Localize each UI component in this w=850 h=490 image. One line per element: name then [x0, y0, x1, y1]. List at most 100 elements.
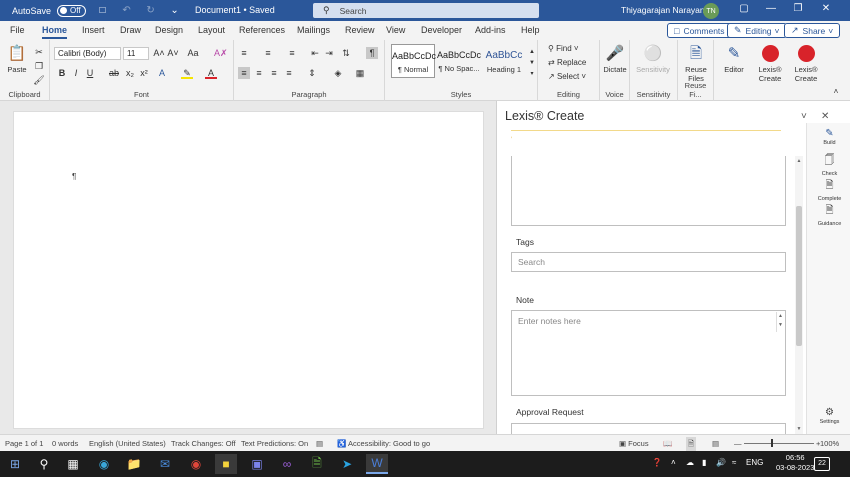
- comments-button[interactable]: □ Comments: [667, 23, 732, 38]
- teams-icon[interactable]: ▣: [246, 454, 268, 474]
- font-color-icon[interactable]: A: [205, 67, 217, 79]
- close-icon[interactable]: ✕: [818, 3, 834, 17]
- subscript-icon[interactable]: x₂: [124, 67, 136, 79]
- language-indicator[interactable]: ENG: [746, 458, 763, 467]
- zoom-slider[interactable]: [744, 443, 814, 444]
- macro-icon[interactable]: ▤: [316, 439, 323, 448]
- tab-review[interactable]: Review: [345, 25, 375, 35]
- tray-chevron-up-icon[interactable]: ˄: [671, 458, 676, 467]
- tab-mailings[interactable]: Mailings: [297, 25, 330, 35]
- notification-badge[interactable]: 22: [814, 457, 830, 471]
- styles-more-icon[interactable]: ▾: [526, 68, 538, 80]
- reuse-files-button[interactable]: 🗎 Reuse Files: [679, 43, 713, 84]
- highlight-icon[interactable]: ✎: [181, 67, 193, 79]
- scrollbar-thumb[interactable]: [796, 206, 802, 346]
- tags-search-input[interactable]: Search: [511, 252, 786, 272]
- user-name[interactable]: Thiyagarajan Narayanan: [621, 5, 714, 15]
- italic-icon[interactable]: I: [70, 67, 82, 79]
- style-normal[interactable]: AaBbCcDc ¶ Normal: [391, 44, 436, 78]
- avatar[interactable]: TN: [703, 3, 719, 19]
- accessibility-status[interactable]: ♿ Accessibility: Good to go: [337, 439, 430, 448]
- volume-icon[interactable]: 🔊: [716, 458, 726, 467]
- focus-button[interactable]: ▣ Focus: [619, 439, 649, 448]
- previous-field-box[interactable]: [511, 156, 786, 226]
- redo-icon[interactable]: ↻: [144, 4, 158, 18]
- edge-icon[interactable]: ◉: [93, 454, 115, 474]
- multilevel-list-icon[interactable]: ≡: [286, 47, 298, 59]
- approval-request-select[interactable]: [511, 423, 786, 434]
- lexis-create-button-1[interactable]: Lexis® Create: [753, 43, 787, 83]
- share-button[interactable]: ↗ Share ˅: [784, 23, 841, 38]
- web-layout-icon[interactable]: ▤: [712, 439, 719, 448]
- pane-scrollbar[interactable]: ▲ ▼: [795, 156, 803, 434]
- superscript-icon[interactable]: x²: [138, 67, 150, 79]
- note-scrollbar[interactable]: ▲ ▼: [776, 312, 784, 332]
- page-count[interactable]: Page 1 of 1: [5, 439, 43, 448]
- dictate-button[interactable]: 🎤 Dictate: [598, 43, 632, 75]
- chrome-icon[interactable]: ◉: [185, 454, 207, 474]
- format-painter-icon[interactable]: 🖌: [33, 74, 45, 86]
- search-icon[interactable]: ⚲: [33, 454, 55, 474]
- scroll-down-icon[interactable]: ▼: [795, 426, 803, 432]
- tab-help[interactable]: Help: [521, 25, 540, 35]
- paste-button[interactable]: 📋 Paste: [2, 43, 32, 75]
- clear-formatting-icon[interactable]: A✗: [214, 47, 228, 59]
- guidance-tool[interactable]: 🗎 Guidance: [807, 203, 850, 227]
- print-layout-icon[interactable]: 🗎: [686, 437, 697, 452]
- style-no-spacing[interactable]: AaBbCcDc ¶ No Spac...: [437, 44, 481, 78]
- onedrive-icon[interactable]: ☁: [686, 458, 694, 467]
- align-right-icon[interactable]: ≡: [268, 67, 280, 79]
- sticky-notes-icon[interactable]: ■: [215, 454, 237, 474]
- tab-add-ins[interactable]: Add-ins: [475, 25, 506, 35]
- numbering-icon[interactable]: ≡: [262, 47, 274, 59]
- bold-icon[interactable]: B: [56, 67, 68, 79]
- increase-indent-icon[interactable]: ⇥: [323, 47, 335, 59]
- pane-options-icon[interactable]: ˅: [801, 111, 807, 122]
- lexis-create-button-2[interactable]: Lexis® Create: [789, 43, 823, 83]
- help-icon[interactable]: ❓: [652, 458, 662, 467]
- file-explorer-icon[interactable]: 📁: [123, 454, 145, 474]
- pane-close-icon[interactable]: ✕: [821, 111, 829, 122]
- align-center-icon[interactable]: ≡: [253, 67, 265, 79]
- tab-layout[interactable]: Layout: [198, 25, 225, 35]
- replace-button[interactable]: ⇄ Replace: [548, 58, 586, 67]
- mail-icon[interactable]: ✉: [154, 454, 176, 474]
- save-icon[interactable]: □: [96, 4, 110, 18]
- editor-button[interactable]: ✎ Editor: [717, 43, 751, 75]
- read-mode-icon[interactable]: 📖: [663, 439, 672, 448]
- battery-icon[interactable]: ▮: [702, 458, 706, 467]
- task-view-icon[interactable]: ▦: [62, 454, 84, 474]
- text-predictions-status[interactable]: Text Predictions: On: [241, 439, 308, 448]
- borders-icon[interactable]: ▦: [354, 67, 366, 79]
- justify-icon[interactable]: ≡: [283, 67, 295, 79]
- notepad-icon[interactable]: 🗎: [306, 454, 328, 474]
- collapse-ribbon-icon[interactable]: ˄: [830, 86, 842, 98]
- copy-icon[interactable]: ❐: [33, 60, 45, 72]
- complete-tool[interactable]: 🗎 Complete: [807, 178, 850, 202]
- editing-mode-button[interactable]: ✎ Editing ˅: [727, 23, 787, 38]
- start-icon[interactable]: ⊞: [4, 454, 26, 474]
- show-marks-icon[interactable]: ¶: [366, 47, 378, 59]
- style-heading-1[interactable]: AaBbCc Heading 1: [482, 44, 526, 78]
- strikethrough-icon[interactable]: ab: [108, 67, 120, 79]
- font-name-select[interactable]: Calibri (Body): [54, 47, 121, 60]
- wifi-icon[interactable]: ≈: [732, 458, 736, 467]
- scroll-up-icon[interactable]: ▲: [795, 158, 803, 164]
- minimize-icon[interactable]: —: [763, 3, 779, 17]
- sensitivity-button[interactable]: ⚪ Sensitivity: [636, 43, 670, 75]
- visual-studio-icon[interactable]: ∞: [276, 454, 298, 474]
- tab-view[interactable]: View: [386, 25, 405, 35]
- undo-icon[interactable]: ↶: [120, 4, 134, 18]
- customize-qat-icon[interactable]: ⌄: [168, 4, 182, 18]
- shading-icon[interactable]: ◈: [332, 67, 344, 79]
- zoom-slider-thumb[interactable]: [771, 439, 773, 447]
- underline-icon[interactable]: U: [84, 67, 96, 79]
- select-button[interactable]: ↗ Select ˅: [548, 72, 586, 81]
- telegram-icon[interactable]: ➤: [336, 454, 358, 474]
- settings-tool[interactable]: ⚙ Settings: [807, 407, 850, 425]
- zoom-percent[interactable]: 100%: [820, 439, 839, 448]
- tab-home[interactable]: Home: [42, 25, 68, 39]
- track-changes-status[interactable]: Track Changes: Off: [171, 439, 236, 448]
- line-spacing-icon[interactable]: ⇕: [306, 67, 318, 79]
- clock[interactable]: 06:56 03-08-2023: [776, 453, 814, 473]
